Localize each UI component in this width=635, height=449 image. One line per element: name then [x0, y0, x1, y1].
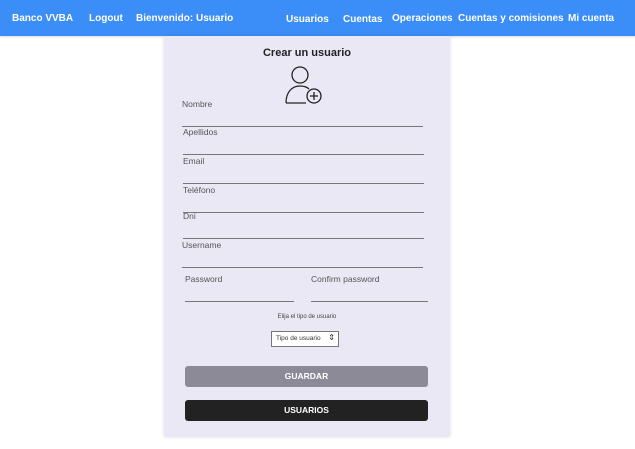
confirm-password-field[interactable]: Confirm password [311, 274, 428, 302]
brand-link[interactable]: Banco VVBA [12, 13, 73, 24]
user-type-select[interactable]: Tipo de usuario ⇕ [271, 331, 339, 347]
user-type-select-value: Tipo de usuario [276, 335, 321, 342]
telefono-label: Teléfono [183, 185, 216, 195]
nombre-label: Nombre [182, 99, 213, 109]
welcome-text: Bienvenido: Usuario [136, 13, 234, 24]
nav-link-usuarios[interactable]: Usuarios [286, 14, 329, 25]
dni-underline [183, 238, 424, 239]
nav-link-cuentas-comisiones[interactable]: Cuentas y comisiones [458, 13, 564, 24]
nombre-field[interactable]: Nombre [182, 99, 423, 127]
telefono-input[interactable] [183, 195, 424, 211]
password-input[interactable] [185, 284, 294, 300]
email-label: Email [183, 156, 205, 166]
email-field[interactable]: Email [183, 156, 424, 184]
apellidos-field[interactable]: Apellidos [183, 127, 424, 155]
users-button[interactable]: USUARIOS [185, 400, 428, 421]
user-type-label: Elija el tipo de usuario [277, 314, 337, 320]
password-field[interactable]: Password [185, 274, 294, 302]
apellidos-input[interactable] [183, 137, 424, 153]
username-label: Username [182, 240, 222, 250]
email-underline [183, 183, 424, 184]
confirm-password-input[interactable] [311, 284, 428, 300]
nombre-input[interactable] [182, 109, 423, 125]
password-label: Password [185, 274, 223, 284]
confirm-password-underline [311, 301, 428, 302]
select-arrows-icon: ⇕ [328, 333, 335, 342]
email-input[interactable] [183, 166, 424, 182]
telefono-field[interactable]: Teléfono [183, 185, 424, 213]
confirm-password-label: Confirm password [311, 274, 380, 284]
username-field[interactable]: Username [182, 240, 423, 268]
top-navbar: Banco VVBA Logout Bienvenido: Usuario Us… [0, 0, 635, 36]
dni-input[interactable] [183, 221, 424, 237]
create-user-card: Crear un usuario Nombre Apellidos Email … [164, 36, 450, 437]
username-input[interactable] [182, 250, 423, 266]
dni-label: Dni [183, 211, 196, 221]
form-title: Crear un usuario [262, 47, 352, 59]
apellidos-underline [183, 154, 424, 155]
password-underline [185, 301, 294, 302]
apellidos-label: Apellidos [183, 127, 218, 137]
save-button[interactable]: GUARDAR [185, 366, 428, 387]
nav-link-operaciones[interactable]: Operaciones [392, 13, 453, 24]
nav-link-cuentas[interactable]: Cuentas [343, 14, 382, 25]
logout-link[interactable]: Logout [89, 13, 123, 24]
username-underline [182, 267, 423, 268]
dni-field[interactable]: Dni [183, 211, 424, 239]
nav-link-mi-cuenta[interactable]: Mi cuenta [568, 13, 614, 24]
